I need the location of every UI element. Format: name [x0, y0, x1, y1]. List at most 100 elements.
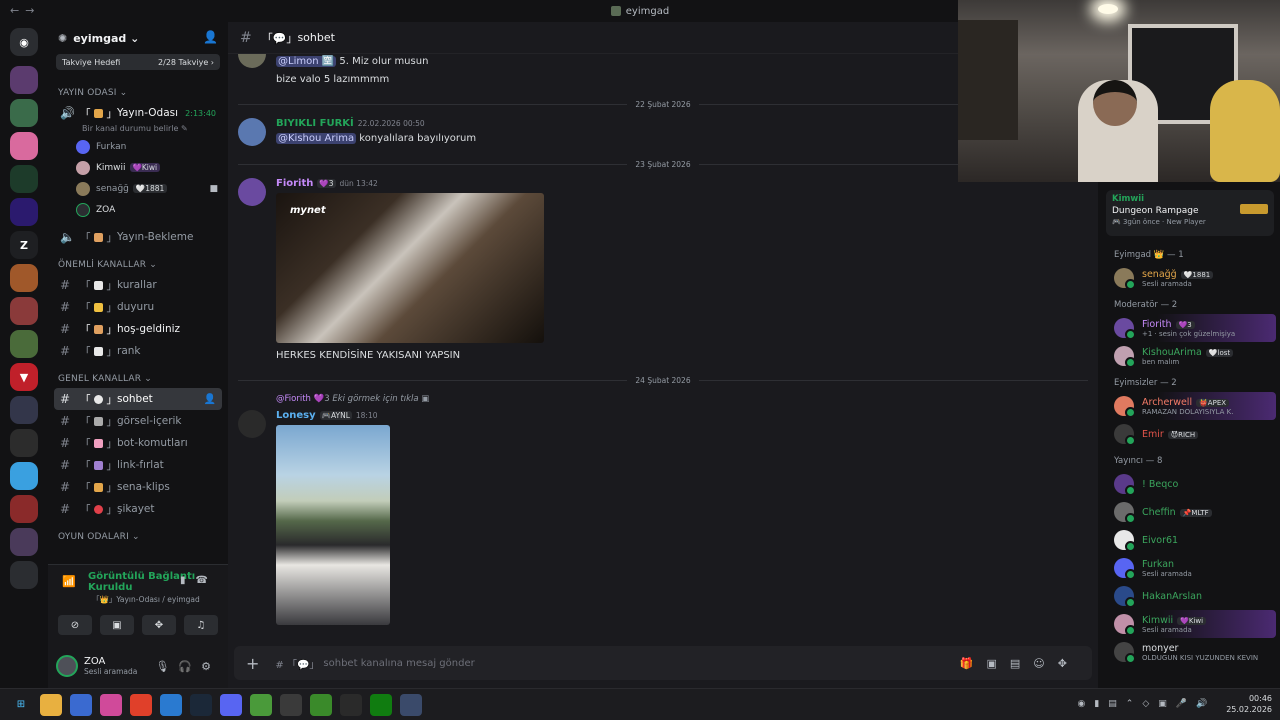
member-badge: 📌MLTF — [1179, 508, 1212, 517]
voice-channel-stream[interactable]: 🔊 「」 Yayın-Odası 2:13:40 — [54, 102, 222, 124]
app-icon[interactable] — [400, 693, 422, 716]
channel-sena-klips[interactable]: # 「」 sena-klips — [54, 476, 222, 498]
file-explorer-icon[interactable] — [40, 693, 62, 716]
member-row[interactable]: monyer OLDUGUN KISI YUZUNDEN KEVIN — [1098, 638, 1280, 666]
server-icon[interactable] — [10, 429, 38, 457]
discord-icon[interactable] — [220, 693, 242, 716]
signal-icon[interactable]: 📶 — [62, 575, 76, 588]
avatar[interactable] — [238, 118, 266, 146]
channel-status[interactable]: Bir kanal durumu belirle ✎ — [48, 124, 228, 136]
screen-share-button[interactable]: ▣ — [100, 615, 134, 635]
channel-kurallar[interactable]: # 「」 kurallar — [54, 274, 222, 296]
category-general[interactable]: GENEL KANALLAR ⌄ — [48, 362, 228, 388]
message-author[interactable]: Fiorith — [276, 178, 313, 189]
gif-attachment[interactable]: mynet — [276, 193, 544, 343]
activity-card[interactable]: Kimwii Dungeon Rampage 🎮 3gün önce · New… — [1106, 190, 1274, 236]
app-icon[interactable] — [100, 693, 122, 716]
discord-home-icon[interactable]: ◉ — [10, 28, 38, 56]
invite-icon[interactable]: 👤 — [204, 394, 216, 405]
app-icon[interactable] — [250, 693, 272, 716]
voice-user[interactable]: Furkan — [48, 136, 228, 157]
server-icon[interactable] — [10, 396, 38, 424]
app-icon[interactable] — [70, 693, 92, 716]
app-icon[interactable] — [280, 693, 302, 716]
server-icon[interactable]: ▼ — [10, 363, 38, 391]
member-row[interactable]: Furkan Sesli aramada — [1098, 554, 1280, 582]
member-row[interactable]: ! Beqco — [1098, 470, 1280, 498]
member-row[interactable]: Fiorith 💜3 +1 · sesin çok güzelmişiya — [1106, 314, 1276, 342]
voice-user[interactable]: Kimwii 💜Kiwi — [48, 157, 228, 178]
add-user-icon[interactable]: 👤 — [203, 30, 218, 44]
category-stream[interactable]: YAYIN ODASI ⌄ — [48, 76, 228, 102]
message-author[interactable]: BIYIKLI FURKİ — [276, 118, 354, 129]
reply-preview[interactable]: @Fiorith 💜3 Eki görmek için tıkla ▣ — [276, 394, 429, 404]
server-icon[interactable] — [10, 297, 38, 325]
brave-icon[interactable] — [130, 693, 152, 716]
composer-tool-icons[interactable]: 🎁▣▤☺✥ — [960, 657, 1080, 670]
plus-icon[interactable]: + — [246, 654, 259, 673]
channel-rank[interactable]: # 「」 rank — [54, 340, 222, 362]
epic-games-icon[interactable] — [340, 693, 362, 716]
server-icon[interactable] — [10, 264, 38, 292]
voice-connected-sub[interactable]: 「👑」Yayın-Odası / eyimgad — [48, 593, 228, 605]
server-icon[interactable] — [10, 561, 38, 589]
server-icon[interactable] — [10, 330, 38, 358]
nav-arrows[interactable]: ←→ — [10, 4, 40, 17]
avatar[interactable] — [238, 54, 266, 68]
member-row[interactable]: Emir 😈RICH — [1098, 420, 1280, 448]
channel-gorsel-icerik[interactable]: # 「」 görsel-içerik — [54, 410, 222, 432]
member-row[interactable]: Kimwii 💜Kiwi Sesli aramada — [1106, 610, 1276, 638]
app-icon[interactable] — [160, 693, 182, 716]
server-icon[interactable] — [10, 165, 38, 193]
message-composer[interactable]: + # 「💬」 sohbet kanalına mesaj gönder 🎁▣▤… — [234, 646, 1092, 680]
boost-goal[interactable]: Takviye Hedefi 2/28 Takviye › — [56, 54, 220, 70]
gif-attachment[interactable] — [276, 425, 390, 625]
server-icon[interactable] — [10, 462, 38, 490]
message-author[interactable]: Lonesy — [276, 410, 316, 421]
member-row[interactable]: senağğ 🤍1881 Sesli aramada — [1098, 264, 1280, 292]
avatar[interactable] — [238, 410, 266, 438]
server-icon[interactable] — [10, 99, 38, 127]
channel-link-firlat[interactable]: # 「」 link-fırlat — [54, 454, 222, 476]
xbox-icon[interactable] — [370, 693, 392, 716]
mic-headset-settings-icons[interactable]: 🎙🎧⚙ — [155, 660, 220, 673]
member-row[interactable]: HakanArslan — [1098, 582, 1280, 610]
date-divider: 24 Şubat 2026 — [238, 375, 1088, 385]
channel-sikayet[interactable]: # 「」 şikayet — [54, 498, 222, 520]
server-icon[interactable] — [10, 66, 38, 94]
voice-panel-icons[interactable]: ▮☎ — [180, 575, 218, 586]
soundboard-button[interactable]: ♫ — [184, 615, 218, 635]
member-row[interactable]: KishouArima 🤍lost ben malım — [1098, 342, 1280, 370]
voice-channel-waiting[interactable]: 🔈 「」 Yayın-Bekleme — [54, 226, 222, 248]
channel-bot-komutlari[interactable]: # 「」 bot-komutları — [54, 432, 222, 454]
server-header[interactable]: ✺ eyimgad ⌄ 👤 — [48, 22, 228, 54]
windows-start-icon[interactable]: ⊞ — [10, 694, 32, 716]
server-icon[interactable]: Z — [10, 231, 38, 259]
avatar[interactable] — [238, 178, 266, 206]
member-row[interactable]: Archerwell 👹APEX RAMAZAN DOLAYISIYLA K. — [1106, 392, 1276, 420]
channel-sohbet[interactable]: # 「」 sohbet 👤 — [54, 388, 222, 410]
channel-duyuru[interactable]: # 「」 duyuru — [54, 296, 222, 318]
server-icon[interactable] — [10, 132, 38, 160]
minecraft-icon[interactable] — [310, 693, 332, 716]
category-games[interactable]: OYUN ODALARI ⌄ — [48, 520, 228, 546]
mention[interactable]: @Limon 🈳 — [276, 56, 337, 67]
voice-user[interactable]: senağğ 🤍1881 ■ — [48, 178, 228, 199]
avatar[interactable] — [56, 655, 78, 677]
server-icon[interactable] — [10, 528, 38, 556]
member-row[interactable]: Eivor61 — [1098, 526, 1280, 554]
camera-off-button[interactable]: ⊘ — [58, 615, 92, 635]
category-important[interactable]: ÖNEMLİ KANALLAR ⌄ — [48, 248, 228, 274]
composer-placeholder[interactable]: sohbet kanalına mesaj gönder — [323, 658, 474, 669]
clock[interactable]: 00:46 25.02.2026 — [1226, 693, 1272, 715]
mention[interactable]: @Kishou Arima — [276, 133, 357, 144]
server-icon[interactable] — [10, 198, 38, 226]
tray-icons[interactable]: ◉▮▤⌃◇▣🎤🔊 — [1078, 699, 1217, 709]
member-row[interactable]: Cheffin 📌MLTF — [1098, 498, 1280, 526]
voice-user[interactable]: ZOA — [48, 199, 228, 220]
steam-icon[interactable] — [190, 693, 212, 716]
member-name: Fiorith — [1142, 318, 1172, 330]
channel-hos-geldiniz[interactable]: # 「」 hoş-geldiniz — [54, 318, 222, 340]
activities-button[interactable]: ✥ — [142, 615, 176, 635]
server-icon[interactable] — [10, 495, 38, 523]
